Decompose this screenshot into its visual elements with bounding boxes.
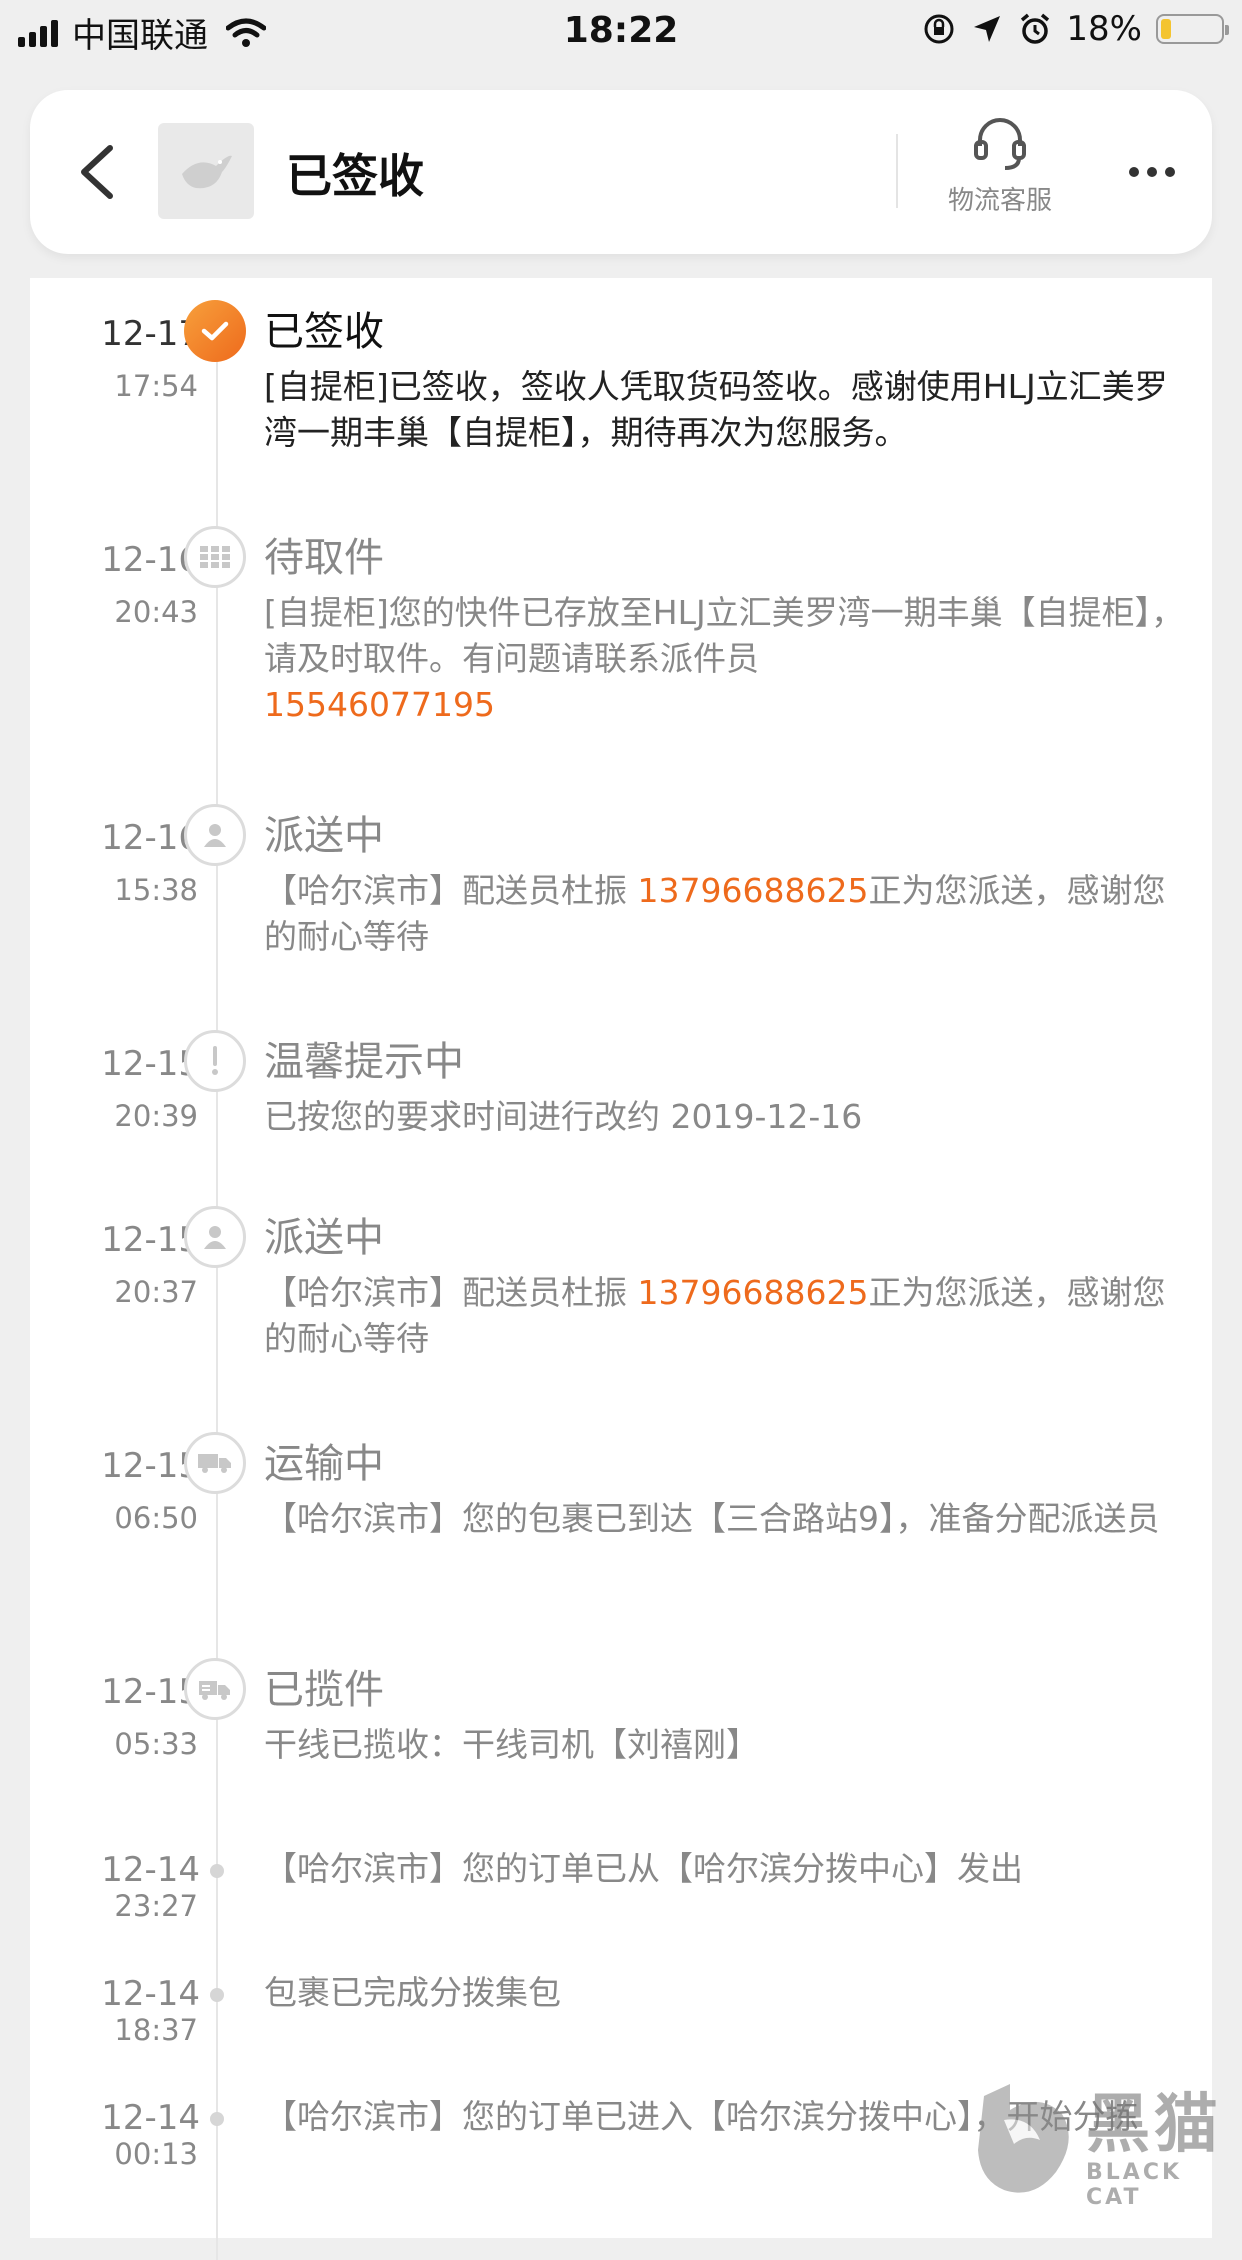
entry-text: [自提柜]已签收，签收人凭取货码签收。感谢使用HLJ立汇美罗湾一期丰巢【自提柜】… [264, 367, 1168, 452]
pickup-truck-icon [184, 1658, 246, 1720]
header-divider [896, 134, 898, 208]
entry-time: 06:50 [114, 1501, 198, 1535]
watermark-brand-en: BLACK CAT [1086, 2160, 1183, 2210]
entry-status: 运输中 [264, 1441, 384, 1487]
entry-date: 12-14 [101, 1850, 200, 1890]
entry-text: 【哈尔滨市】配送员杜振 13796688625正为您派送，感谢您的耐心等待 [264, 1270, 1194, 1362]
entry-date: 12-15 [101, 1044, 200, 1084]
orientation-lock-icon [924, 14, 954, 44]
entry-status: 温馨提示中 [264, 1039, 464, 1085]
entry-date: 12-17 [101, 314, 200, 354]
entry-date: 12-16 [101, 540, 200, 580]
entry-date: 12-15 [101, 1672, 200, 1712]
courier-phone-link[interactable]: 13796688625 [638, 871, 869, 910]
more-icon[interactable] [1112, 150, 1192, 194]
courier-phone-link[interactable]: 15546077195 [264, 685, 495, 724]
locker-icon [184, 526, 246, 588]
entry-status: 已揽件 [264, 1667, 384, 1713]
entry-text: [自提柜]您的快件已存放至HLJ立汇美罗湾一期丰巢【自提柜】，请及时取件。有问题… [264, 590, 1194, 728]
entry-date: 12-15 [101, 1446, 200, 1486]
logistics-service-button[interactable]: 物流客服 [920, 116, 1080, 236]
tracking-timeline: 12-17 17:54 已签收 [自提柜]已签收，签收人凭取货码签收。感谢使用H… [30, 278, 1212, 2260]
entry-text-before: 【哈尔滨市】配送员杜振 [264, 871, 638, 910]
battery-icon [1156, 14, 1229, 44]
entry-date: 12-16 [101, 818, 200, 858]
entry-text: 已按您的要求时间进行改约 2019-12-16 [264, 1097, 863, 1136]
entry-text: 干线已揽收：干线司机【刘禧刚】 [264, 1725, 759, 1764]
entry-time: 20:43 [114, 595, 198, 629]
truck-icon [184, 1432, 246, 1494]
entry-status: 已签收 [264, 309, 384, 355]
timeline-dot [210, 1864, 224, 1878]
status-bar: 中国联通 18:22 18% [0, 0, 1242, 62]
entry-date: 12-14 [101, 2098, 200, 2138]
entry-status: 待取件 [264, 535, 384, 581]
store-logo-icon [158, 123, 254, 219]
entry-time: 18:37 [114, 2013, 198, 2047]
entry-text: 包裹已完成分拨集包 [264, 1973, 561, 2012]
page-title: 已签收 [286, 149, 424, 203]
back-icon[interactable] [70, 140, 130, 204]
courier-icon [184, 1206, 246, 1268]
headset-icon [974, 118, 1026, 170]
entry-date: 12-14 [101, 1974, 200, 2014]
courier-phone-link[interactable]: 13796688625 [638, 1273, 869, 1312]
entry-time: 00:13 [114, 2137, 198, 2171]
logistics-service-label: 物流客服 [947, 186, 1052, 216]
entry-text: 【哈尔滨市】您的订单已从【哈尔滨分拨中心】发出 [264, 1849, 1023, 1888]
entry-time: 15:38 [114, 873, 198, 907]
entry-date: 12-15 [101, 1220, 200, 1260]
entry-text-body: [自提柜]您的快件已存放至HLJ立汇美罗湾一期丰巢【自提柜】，请及时取件。有问题… [264, 593, 1185, 678]
entry-status: 派送中 [264, 1215, 384, 1261]
location-icon [974, 16, 1001, 42]
timeline-line [216, 300, 218, 2260]
entry-time: 05:33 [114, 1727, 198, 1761]
entry-text: 【哈尔滨市】配送员杜振 13796688625正为您派送，感谢您的耐心等待 [264, 868, 1194, 960]
battery-percent: 18% [1066, 9, 1142, 49]
entry-time: 20:39 [114, 1099, 198, 1133]
entry-text: 【哈尔滨市】您的包裹已到达【三合路站9】，准备分配派送员 [264, 1499, 1160, 1538]
watermark-text: 黑猫 BLACK CAT [1086, 2090, 1242, 2210]
entry-status: 派送中 [264, 813, 384, 859]
entry-text-before: 【哈尔滨市】配送员杜振 [264, 1273, 638, 1312]
timeline-dot [210, 2112, 224, 2126]
check-icon [184, 300, 246, 362]
watermark-brand-cn: 黑猫 [1086, 2088, 1222, 2162]
entry-time: 17:54 [114, 369, 198, 403]
entry-time: 20:37 [114, 1275, 198, 1309]
alarm-icon [1021, 13, 1050, 44]
timeline-dot [210, 1988, 224, 2002]
exclamation-icon [184, 1030, 246, 1092]
header-card: 已签收 物流客服 [30, 90, 1212, 254]
courier-icon [184, 804, 246, 866]
entry-time: 23:27 [114, 1889, 198, 1923]
